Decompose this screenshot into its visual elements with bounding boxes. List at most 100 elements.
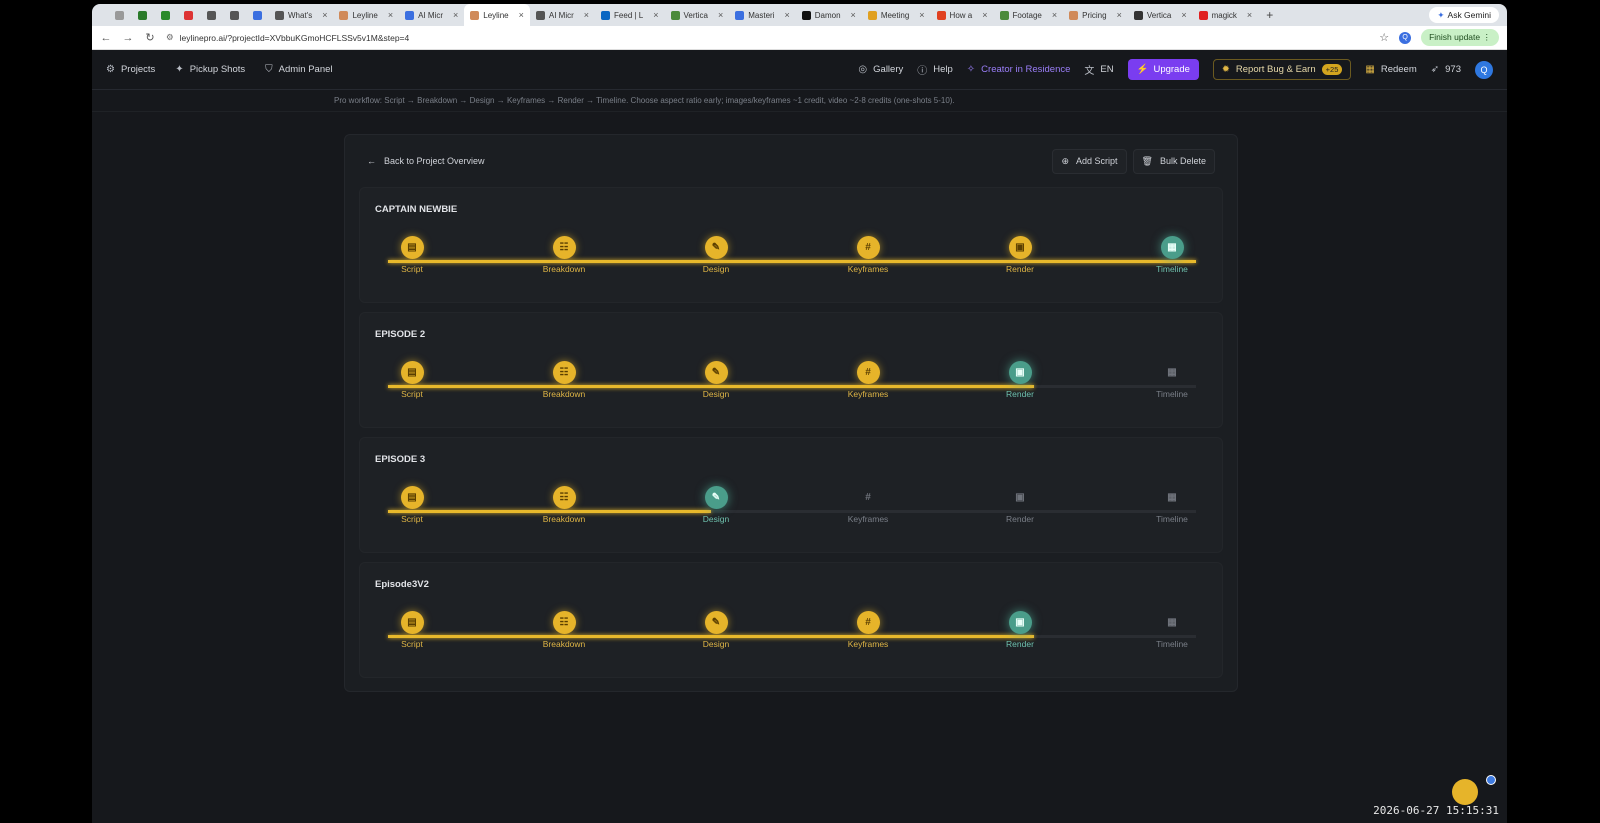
bulk-delete-button[interactable]: 🗑 Bulk Delete: [1132, 148, 1215, 174]
report-bug-button[interactable]: ✹ Report Bug & Earn +25: [1212, 59, 1352, 80]
language-selector[interactable]: 文 EN: [1084, 62, 1113, 77]
browser-tab[interactable]: AI Micr ×: [530, 4, 595, 26]
browser-tab[interactable]: [154, 4, 177, 26]
favicon-icon: [1133, 10, 1143, 20]
help-chat-button[interactable]: [1452, 779, 1478, 805]
close-tab-icon[interactable]: ×: [982, 10, 987, 20]
browser-tab[interactable]: [223, 4, 246, 26]
stage-design[interactable]: ✎ Design: [676, 236, 756, 274]
stage-render[interactable]: ▣ Render: [980, 486, 1060, 524]
browser-tab[interactable]: AI Micr ×: [399, 4, 464, 26]
stage-breakdown[interactable]: ☷ Breakdown: [524, 611, 604, 649]
new-tab-button[interactable]: +: [1258, 8, 1281, 22]
stage-script[interactable]: ▤ Script: [372, 611, 452, 649]
stage-timeline[interactable]: ▦ Timeline: [1132, 611, 1212, 649]
back-to-overview-button[interactable]: ← Back to Project Overview: [367, 156, 485, 166]
close-tab-icon[interactable]: ×: [1052, 10, 1057, 20]
browser-tab[interactable]: [131, 4, 154, 26]
stage-keyframes[interactable]: # Keyframes: [828, 236, 908, 274]
browser-tab[interactable]: [200, 4, 223, 26]
close-tab-icon[interactable]: ×: [919, 10, 924, 20]
stage-label: Design: [702, 389, 730, 399]
url-field[interactable]: ⚙ leylinepro.ai/?projectId=XVbbuKGmoHCFL…: [166, 32, 1369, 43]
close-tab-icon[interactable]: ×: [784, 10, 789, 20]
browser-tab[interactable]: Vertica ×: [665, 4, 730, 26]
help-link[interactable]: ⓘ Help: [917, 62, 953, 77]
script-card[interactable]: CAPTAIN NEWBIE ▤ Script ☷ Breakdown ✎ Design # K…: [359, 187, 1223, 303]
close-tab-icon[interactable]: ×: [1247, 10, 1252, 20]
gallery-link[interactable]: ◎ Gallery: [858, 64, 903, 75]
stage-render[interactable]: ▣ Render: [980, 611, 1060, 649]
stage-script[interactable]: ▤ Script: [372, 486, 452, 524]
script-card[interactable]: EPISODE 3 ▤ Script ☷ Breakdown ✎ Design # Keyfra…: [359, 437, 1223, 553]
nav-item-admin-panel[interactable]: ⛉ Admin Panel: [265, 64, 332, 75]
finish-update-button[interactable]: Finish update ⋮: [1421, 29, 1499, 46]
stage-script[interactable]: ▤ Script: [372, 236, 452, 274]
script-icon: ▤: [400, 361, 424, 384]
browser-tab[interactable]: Leyline ×: [464, 4, 530, 26]
upgrade-button[interactable]: ⚡ Upgrade: [1127, 59, 1199, 80]
stage-breakdown[interactable]: ☷ Breakdown: [524, 361, 604, 399]
nav-item-pickup-shots[interactable]: ✦ Pickup Shots: [175, 64, 245, 75]
stage-timeline[interactable]: ▦ Timeline: [1132, 486, 1212, 524]
close-tab-icon[interactable]: ×: [653, 10, 658, 20]
browser-tab[interactable]: Meeting ×: [862, 4, 931, 26]
close-tab-icon[interactable]: ×: [519, 10, 524, 20]
close-tab-icon[interactable]: ×: [388, 10, 393, 20]
back-arrow-icon[interactable]: ←: [100, 32, 112, 44]
keyframes-icon: #: [856, 611, 880, 634]
browser-tab[interactable]: Feed | L ×: [595, 4, 664, 26]
close-tab-icon[interactable]: ×: [718, 10, 723, 20]
redeem-link[interactable]: ▦ Redeem: [1365, 64, 1416, 75]
stage-keyframes[interactable]: # Keyframes: [828, 611, 908, 649]
stage-breakdown[interactable]: ☷ Breakdown: [524, 236, 604, 274]
profile-avatar[interactable]: Q: [1399, 31, 1412, 44]
progress-track: [388, 635, 1196, 638]
creator-in-residence-link[interactable]: ✧ Creator in Residence: [967, 64, 1071, 75]
browser-tab[interactable]: What's ×: [269, 4, 333, 26]
close-tab-icon[interactable]: ×: [1181, 10, 1186, 20]
browser-tab[interactable]: Masteri ×: [729, 4, 796, 26]
browser-tab[interactable]: Leyline ×: [333, 4, 399, 26]
stage-design[interactable]: ✎ Design: [676, 486, 756, 524]
browser-tab[interactable]: magick ×: [1193, 4, 1259, 26]
favicon-icon: [801, 10, 811, 20]
reload-icon[interactable]: ↻: [144, 31, 156, 44]
forward-arrow-icon[interactable]: →: [122, 32, 134, 44]
stage-timeline[interactable]: ▦ Timeline: [1132, 361, 1212, 399]
ask-gemini-button[interactable]: ✦ Ask Gemini: [1429, 7, 1499, 23]
browser-tab[interactable]: Damon ×: [796, 4, 862, 26]
report-bug-label: Report Bug & Earn: [1235, 64, 1316, 75]
user-avatar[interactable]: Q: [1475, 60, 1493, 79]
browser-tab[interactable]: [177, 4, 200, 26]
browser-tab[interactable]: How a ×: [931, 4, 994, 26]
render-icon: ▣: [1008, 361, 1032, 384]
stage-keyframes[interactable]: # Keyframes: [828, 486, 908, 524]
stage-breakdown[interactable]: ☷ Breakdown: [524, 486, 604, 524]
credits-counter[interactable]: ➶ 973: [1431, 64, 1461, 75]
browser-tab[interactable]: Footage ×: [994, 4, 1064, 26]
close-tab-icon[interactable]: ×: [584, 10, 589, 20]
url-text: leylinepro.ai/?projectId=XVbbuKGmoHCFLSS…: [179, 32, 410, 43]
browser-tab[interactable]: Vertica ×: [1128, 4, 1193, 26]
stage-keyframes[interactable]: # Keyframes: [828, 361, 908, 399]
bookmark-star-icon[interactable]: ☆: [1379, 31, 1389, 44]
close-tab-icon[interactable]: ×: [453, 10, 458, 20]
close-tab-icon[interactable]: ×: [1117, 10, 1122, 20]
stage-design[interactable]: ✎ Design: [676, 611, 756, 649]
browser-tab[interactable]: Pricing ×: [1063, 4, 1128, 26]
stage-script[interactable]: ▤ Script: [372, 361, 452, 399]
stage-render[interactable]: ▣ Render: [980, 236, 1060, 274]
stage-design[interactable]: ✎ Design: [676, 361, 756, 399]
browser-tab[interactable]: [108, 4, 131, 26]
close-tab-icon[interactable]: ×: [851, 10, 856, 20]
stage-render[interactable]: ▣ Render: [980, 361, 1060, 399]
script-card[interactable]: Episode3V2 ▤ Script ☷ Breakdown ✎ Design # Keyfr…: [359, 562, 1223, 678]
stage-timeline[interactable]: ▦ Timeline: [1132, 236, 1212, 274]
nav-item-projects[interactable]: ⚙ Projects: [106, 64, 155, 75]
script-card[interactable]: EPISODE 2 ▤ Script ☷ Breakdown ✎ Design # Keyfra…: [359, 312, 1223, 428]
browser-tab[interactable]: [246, 4, 269, 26]
site-info-icon[interactable]: ⚙: [166, 32, 174, 43]
add-script-button[interactable]: ⊕ Add Script: [1052, 148, 1127, 174]
close-tab-icon[interactable]: ×: [322, 10, 327, 20]
